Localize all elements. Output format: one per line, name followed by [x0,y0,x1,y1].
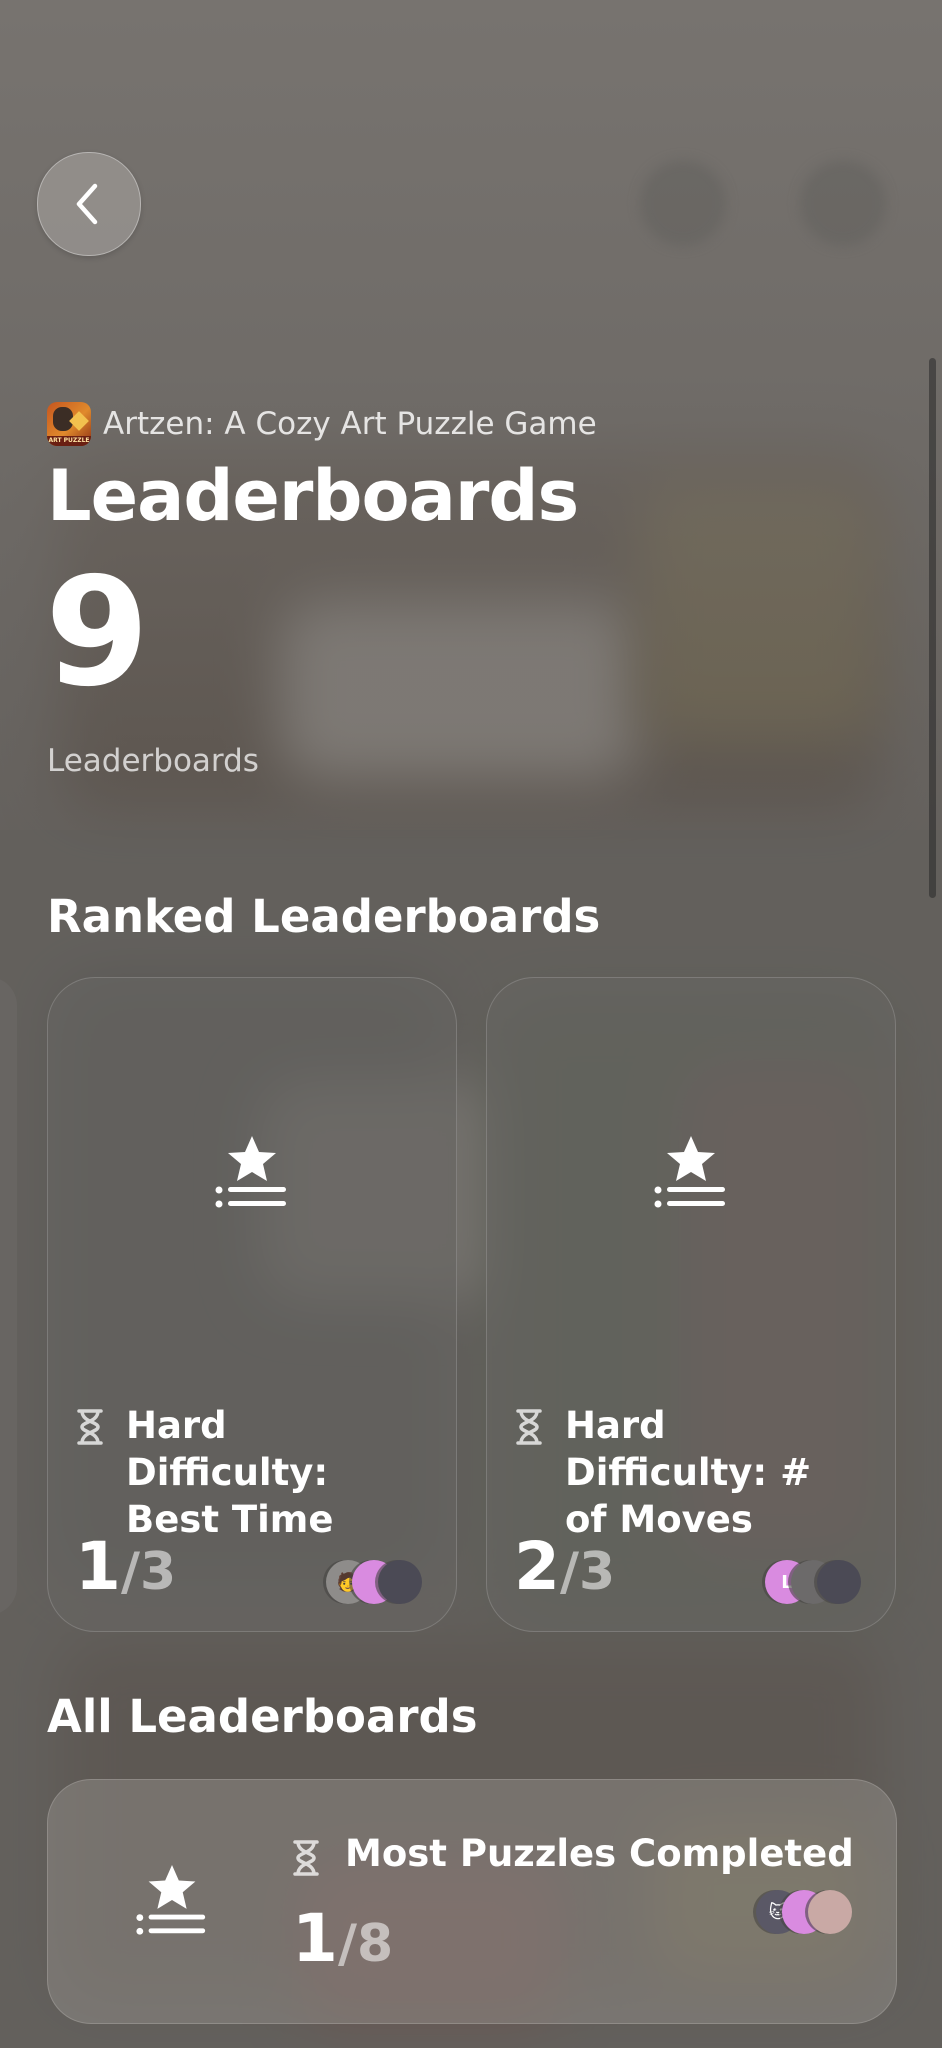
leaderboard-title: Most Puzzles Completed [345,1832,854,1875]
ghost-icon [640,160,726,246]
player-rank: 1/8 [292,1900,394,1977]
hourglass-icon [77,1409,103,1445]
ranked-leaderboard-card[interactable]: Hard Difficulty: Best Time 1/3 🧑 [47,977,457,1632]
player-rank: 1/3 [75,1528,177,1605]
leaderboard-star-icon [654,1136,725,1208]
leaderboard-title: Hard Difficulty: Best Time [126,1404,334,1541]
leaderboard-star-icon [215,1136,286,1208]
page-title: Leaderboards [47,455,579,537]
player-avatars: L [765,1560,861,1604]
leaderboard-list-item[interactable]: Most Puzzles Completed 1/8 🐱 [47,1779,897,2024]
avatar [378,1560,422,1604]
back-button[interactable] [37,152,141,256]
leaderboard-count-label: Leaderboards [47,743,259,779]
app-name: Artzen: A Cozy Art Puzzle Game [103,406,597,442]
avatar [817,1560,861,1604]
offscreen-card[interactable] [0,977,17,1615]
ranked-leaderboard-card[interactable]: Hard Difficulty: # of Moves 2/3 L [486,977,896,1632]
chevron-left-icon [76,183,98,225]
scrollbar[interactable] [929,358,936,898]
ghost-icon [800,160,886,246]
section-title-all: All Leaderboards [47,1690,478,1743]
avatar [808,1890,852,1934]
hourglass-icon [293,1840,319,1876]
player-avatars: 🧑 [326,1560,422,1604]
leaderboard-count: 9 [45,546,150,720]
player-rank: 2/3 [514,1528,616,1605]
leaderboard-star-icon [136,1864,206,1935]
section-title-ranked: Ranked Leaderboards [47,890,601,943]
player-avatars: 🐱 [756,1890,852,1934]
artzen-app-icon: ART PUZZLE [47,402,91,446]
hourglass-icon [516,1409,542,1445]
leaderboard-title: Hard Difficulty: # of Moves [565,1404,812,1541]
app-header: ART PUZZLE Artzen: A Cozy Art Puzzle Gam… [47,402,597,446]
